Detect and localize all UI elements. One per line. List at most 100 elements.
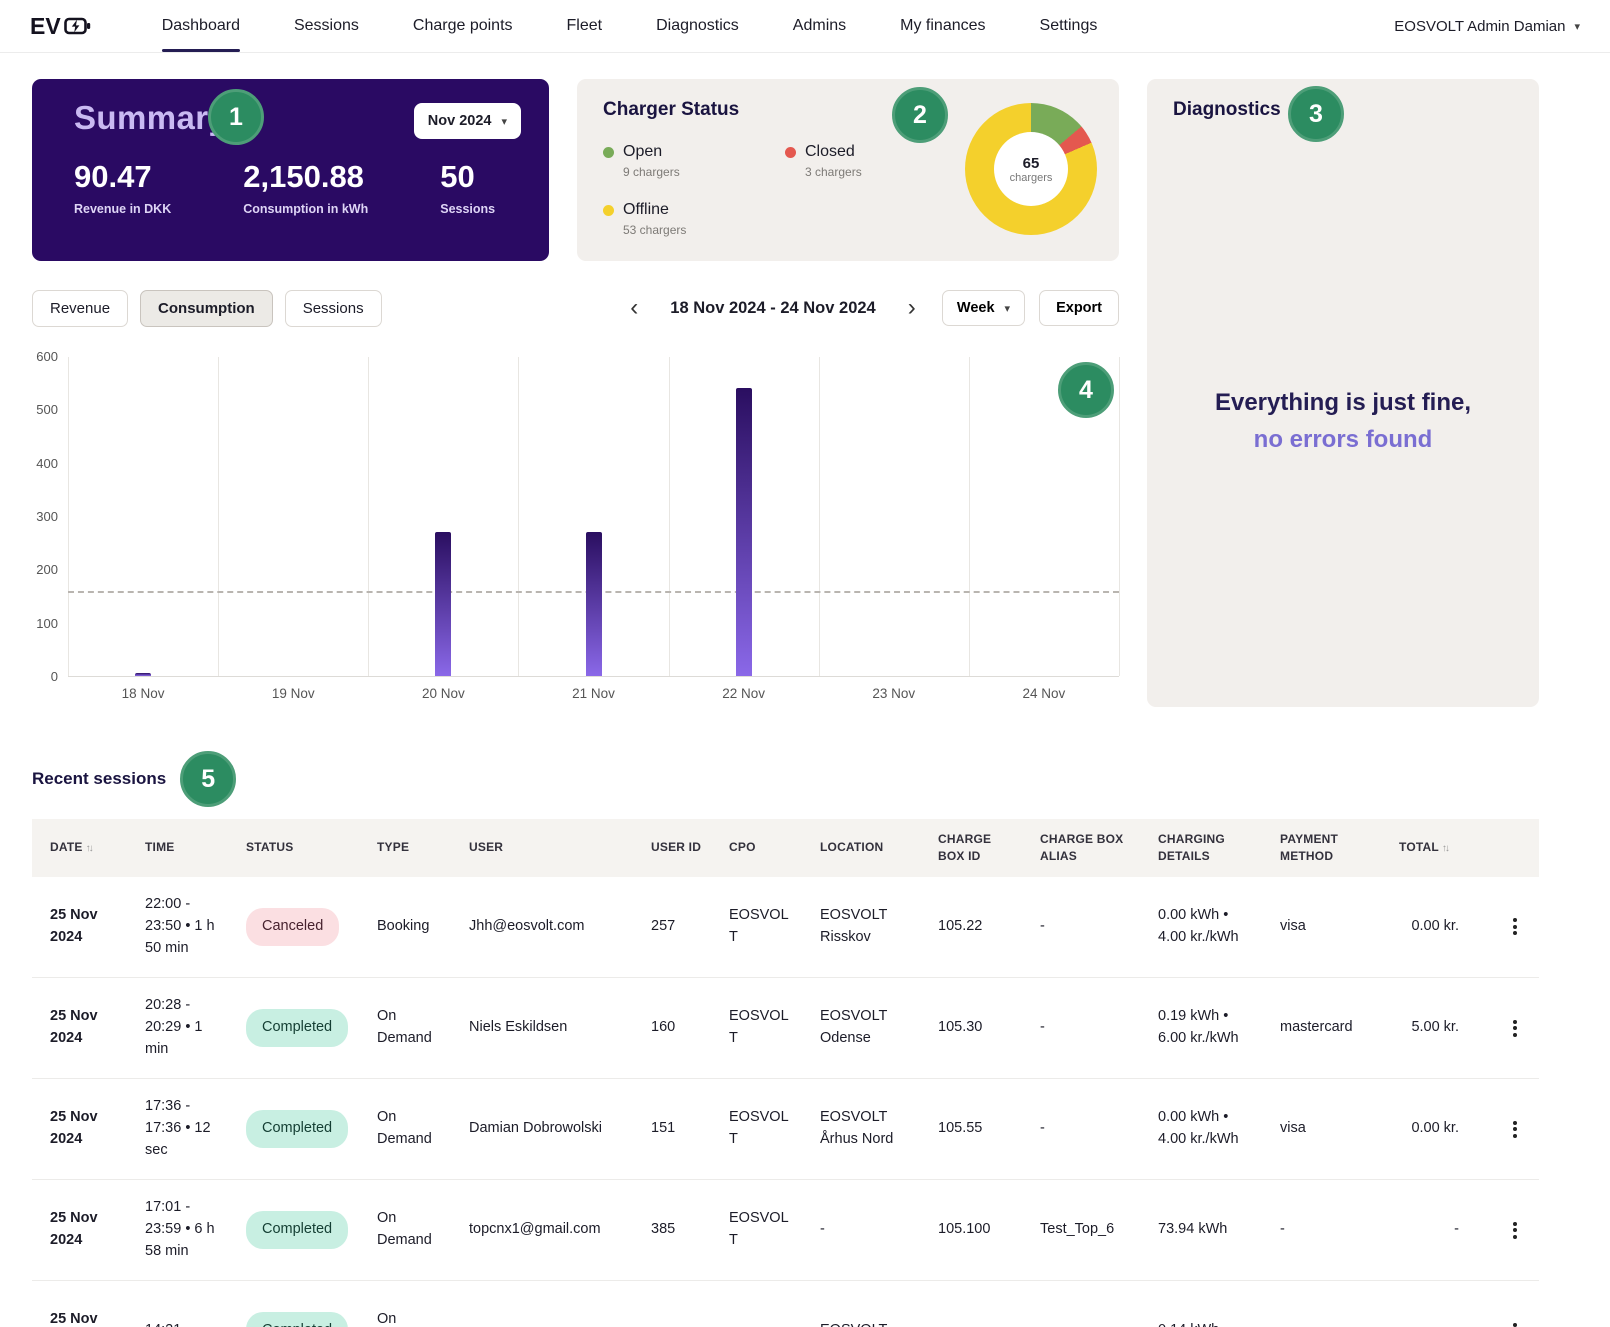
x-tick-label: 21 Nov xyxy=(572,686,615,701)
legend-label: Offline xyxy=(623,201,669,218)
charger-status-card: Charger Status 2 Open 9 chargers Closed 3 c… xyxy=(577,79,1119,261)
account-menu[interactable]: EOSVOLT Admin Damian ▾ xyxy=(1394,18,1580,35)
session-type: On Demand xyxy=(359,1179,451,1282)
col-header-user-id: USER ID xyxy=(633,819,711,877)
session-menu-cell xyxy=(1499,1280,1539,1327)
gridline xyxy=(368,357,370,676)
session-location: EOSVOLT Risskov xyxy=(802,876,920,979)
account-name: EOSVOLT Admin Damian xyxy=(1394,17,1566,35)
x-tick-label: 18 Nov xyxy=(121,686,165,701)
session-charge-box-id xyxy=(920,1280,1022,1327)
y-tick-label: 500 xyxy=(36,402,58,418)
month-select[interactable]: Nov 2024 ▾ xyxy=(413,103,521,139)
col-header-charging-details: CHARGING DETAILS xyxy=(1140,819,1262,877)
col-header-user: USER xyxy=(451,819,633,877)
diagnostics-message: Everything is just fine, no errors found xyxy=(1147,389,1539,454)
donut-center: 65 chargers xyxy=(994,132,1068,206)
chart-tab-sessions[interactable]: Sessions xyxy=(284,289,382,327)
nav-item-diagnostics[interactable]: Diagnostics xyxy=(629,0,766,52)
y-tick-label: 300 xyxy=(36,509,58,524)
annotation-badge-4: 4 xyxy=(1058,362,1114,418)
row-menu-button[interactable] xyxy=(1504,1215,1526,1245)
date-range-label: 18 Nov 2024 - 24 Nov 2024 xyxy=(670,298,876,317)
nav-item-fleet[interactable]: Fleet xyxy=(540,0,630,52)
legend-item-offline: Offline 53 chargers xyxy=(603,201,785,237)
col-header-charge-box-alias: CHARGE BOX ALIAS xyxy=(1022,819,1140,877)
nav-item-dashboard[interactable]: Dashboard xyxy=(135,0,267,52)
session-charging-details: 0.00 kWh • 4.00 kr./kWh xyxy=(1140,876,1262,979)
session-user: topcnx1@gmail.com xyxy=(451,1179,633,1282)
sort-icon[interactable]: ↑↓ xyxy=(1442,843,1450,854)
nav-item-sessions[interactable]: Sessions xyxy=(267,0,386,52)
session-date: 25 Nov 2024 xyxy=(32,1280,127,1327)
session-charge-box-id: 105.100 xyxy=(920,1179,1022,1282)
session-menu-cell xyxy=(1499,876,1539,979)
prev-week-button[interactable]: ‹ xyxy=(630,296,638,320)
session-type: On Demand xyxy=(359,977,451,1080)
legend-item-closed: Closed 3 chargers xyxy=(785,143,933,179)
stat-value: 90.47 xyxy=(74,159,152,194)
charger-donut-chart: 65 chargers xyxy=(965,103,1097,235)
col-header-location: LOCATION xyxy=(802,819,920,877)
sort-icon[interactable]: ↑↓ xyxy=(86,843,94,854)
session-status: Canceled xyxy=(228,876,359,979)
gridline xyxy=(668,357,670,676)
table-row: 25 Nov 2024 17:01 - 23:59 • 6 h 58 min Com… xyxy=(32,1179,1539,1282)
session-charging-details: 0.14 kWh • xyxy=(1140,1280,1262,1327)
session-time: 14:21 - xyxy=(127,1280,228,1327)
status-badge: Completed xyxy=(246,1312,349,1327)
period-select[interactable]: Week ▾ xyxy=(941,290,1026,326)
legend-dot xyxy=(603,146,614,158)
col-header-date[interactable]: DATE ↑↓ xyxy=(32,819,127,877)
col-header-charge-box-id: CHARGE BOX ID xyxy=(920,819,1022,877)
y-tick-label: 200 xyxy=(36,562,58,578)
export-button[interactable]: Export xyxy=(1039,290,1119,326)
nav-item-my-finances[interactable]: My finances xyxy=(873,0,1012,52)
session-user xyxy=(451,1280,633,1327)
row-menu-button[interactable] xyxy=(1504,1316,1526,1327)
session-type: On Demand xyxy=(359,1078,451,1181)
row-menu-button[interactable] xyxy=(1504,912,1526,942)
nav-item-settings[interactable]: Settings xyxy=(1013,0,1125,52)
session-location: EOSVOLT Odense xyxy=(802,977,920,1080)
legend-label: Closed xyxy=(805,143,855,160)
chart-tab-revenue[interactable]: Revenue xyxy=(32,289,129,327)
annotation-badge-3: 3 xyxy=(1288,86,1344,142)
session-menu-cell xyxy=(1499,1179,1539,1282)
y-tick-label: 400 xyxy=(36,455,58,471)
annotation-badge-2: 2 xyxy=(892,87,948,143)
session-total: 0.00 kr. xyxy=(1381,1078,1499,1181)
donut-total-label: chargers xyxy=(1009,171,1053,184)
chart-tab-consumption[interactable]: Consumption xyxy=(140,289,273,327)
session-charging-details: 0.00 kWh • 4.00 kr./kWh xyxy=(1140,1078,1262,1181)
annotation-badge-1: 1 xyxy=(208,89,264,145)
session-charging-details: 73.94 kWh xyxy=(1140,1179,1262,1282)
col-header-status: STATUS xyxy=(228,819,359,877)
chart-plot: 4 0 100 200 300 400 500 600 xyxy=(36,349,1120,684)
session-cpo xyxy=(711,1280,802,1327)
summary-stat: 90.47 Revenue in DKK xyxy=(74,159,171,216)
session-user-id: 151 xyxy=(633,1078,711,1181)
session-cpo: EOSVOLT xyxy=(711,1078,802,1181)
next-week-button[interactable]: › xyxy=(908,296,916,320)
y-tick-label: 0 xyxy=(50,669,58,684)
row-menu-button[interactable] xyxy=(1504,1013,1526,1043)
col-header-total[interactable]: TOTAL ↑↓ xyxy=(1381,819,1499,877)
session-type: On Demand xyxy=(359,1280,451,1327)
summary-title: Summary xyxy=(74,99,228,136)
logo: EV xyxy=(30,13,91,40)
nav-item-admins[interactable]: Admins xyxy=(766,0,873,52)
session-charge-box-alias: - xyxy=(1022,977,1140,1080)
main-content: Summary Nov 2024 ▾ 1 90.47 Revenue in DKK… xyxy=(0,53,1610,1327)
session-charging-details: 0.19 kWh • 6.00 kr./kWh xyxy=(1140,977,1262,1080)
x-tick-label: 19 Nov xyxy=(271,686,315,701)
nav-item-charge-points[interactable]: Charge points xyxy=(386,0,540,52)
row-menu-button[interactable] xyxy=(1504,1114,1526,1144)
session-user: Niels Eskildsen xyxy=(451,977,633,1080)
session-status: Completed xyxy=(228,977,359,1080)
legend-dot xyxy=(603,204,614,216)
legend-item-open: Open 9 chargers xyxy=(603,143,785,179)
battery-charging-icon xyxy=(63,16,91,36)
period-select-value: Week xyxy=(956,300,995,316)
session-location: EOSVOLT xyxy=(802,1280,920,1327)
